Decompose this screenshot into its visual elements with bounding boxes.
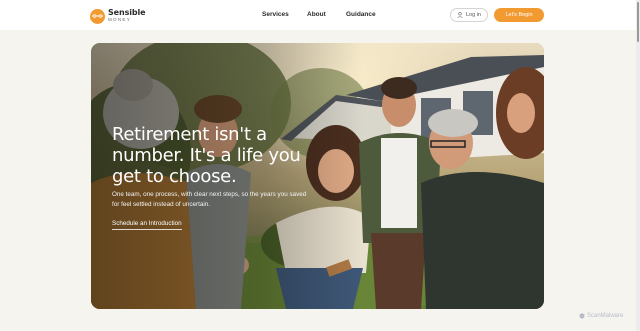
nav-about[interactable]: About (307, 11, 326, 18)
logo-mark-icon (90, 8, 105, 24)
site-header: Sensible MONEY Services About Guidance L… (0, 0, 640, 30)
shield-icon (579, 313, 585, 319)
brand-name: Sensible (108, 8, 146, 18)
schedule-introduction-link[interactable]: Schedule an Introduction (112, 220, 182, 230)
scanmalware-watermark: ScanMalware (579, 313, 623, 319)
login-label: Log in (466, 12, 481, 18)
brand-sub: MONEY (108, 17, 132, 23)
page-scrollbar[interactable] (636, 0, 640, 331)
scrollbar-thumb[interactable] (637, 2, 639, 42)
brand-logo[interactable]: Sensible MONEY (90, 7, 146, 25)
login-button[interactable]: Log in (450, 8, 488, 22)
lets-begin-button[interactable]: Let's Begin (494, 8, 544, 22)
hero-subtext: One team, one process, with clear next s… (112, 191, 307, 208)
nav-services[interactable]: Services (262, 11, 289, 18)
hero-banner: Retirement isn't a number. It's a life y… (91, 43, 544, 309)
watermark-label: ScanMalware (587, 313, 624, 319)
nav-guidance[interactable]: Guidance (346, 11, 376, 18)
person-icon (457, 12, 463, 19)
hero-headline: Retirement isn't a number. It's a life y… (112, 124, 301, 187)
